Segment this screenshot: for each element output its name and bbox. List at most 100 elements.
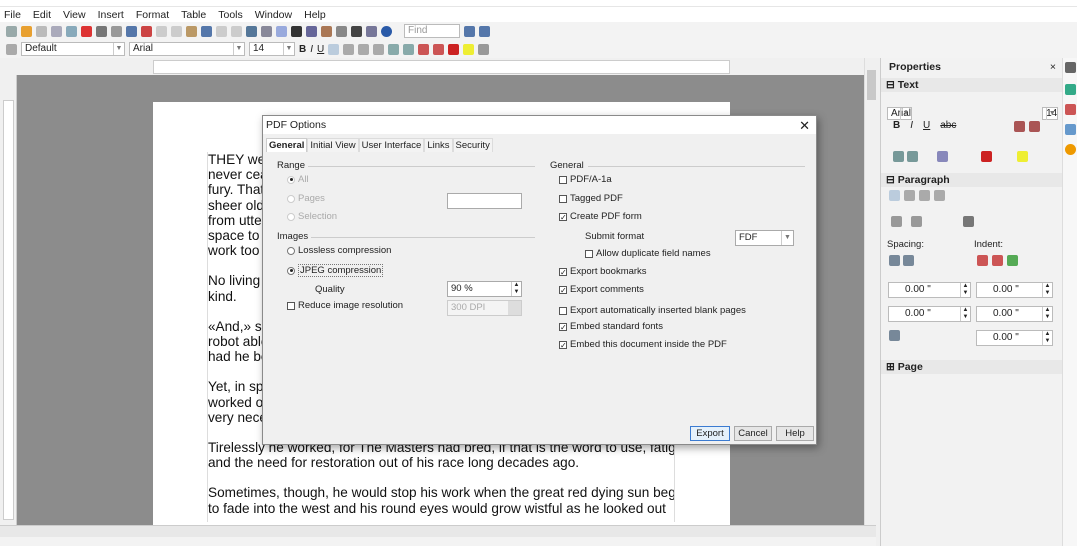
paste-icon[interactable] bbox=[186, 25, 197, 37]
align-left-icon[interactable] bbox=[889, 190, 900, 201]
background-color-icon[interactable] bbox=[478, 43, 490, 55]
strikethrough-icon[interactable]: abc bbox=[940, 120, 956, 131]
edit-mode-icon[interactable] bbox=[66, 25, 77, 37]
jpeg-compression-radio[interactable]: JPEG compression bbox=[287, 264, 384, 277]
menu-icon[interactable] bbox=[1065, 62, 1076, 73]
submit-format-select[interactable]: FDF ▼ bbox=[735, 230, 794, 246]
copy-icon[interactable] bbox=[171, 25, 182, 37]
undo-icon[interactable] bbox=[216, 25, 227, 37]
help-icon[interactable] bbox=[381, 25, 392, 37]
lossless-compression-radio[interactable]: Lossless compression bbox=[287, 245, 391, 256]
decrease-font-icon[interactable] bbox=[1029, 121, 1040, 132]
underline-icon[interactable]: U bbox=[923, 120, 930, 131]
pages-input[interactable] bbox=[447, 193, 522, 209]
spellcheck-icon[interactable] bbox=[126, 25, 137, 37]
autospell-icon[interactable] bbox=[141, 25, 152, 37]
email-icon[interactable] bbox=[51, 25, 62, 37]
font-size-select[interactable]: 14 ▼ bbox=[249, 42, 295, 56]
tab-user-interface[interactable]: User Interface bbox=[358, 138, 425, 152]
align-center-icon[interactable] bbox=[904, 190, 915, 201]
close-icon[interactable]: × bbox=[1050, 58, 1056, 76]
embed-document-checkbox[interactable]: ✓ Embed this document inside the PDF bbox=[559, 339, 727, 350]
gallery-tab-icon[interactable] bbox=[1065, 124, 1076, 135]
subscript-icon[interactable] bbox=[907, 151, 918, 162]
spacing-below-input[interactable]: 0.00 " ▲ ▼ bbox=[888, 306, 971, 322]
align-center-icon[interactable] bbox=[343, 43, 355, 55]
indent-after-input[interactable]: 0.00 " ▲ ▼ bbox=[976, 306, 1053, 322]
properties-tab-icon[interactable] bbox=[1065, 84, 1076, 95]
sidebar-size-select[interactable]: 14 ▼ bbox=[1042, 107, 1059, 120]
font-name-select[interactable]: Arial ▼ bbox=[129, 42, 245, 56]
menu-tools[interactable]: Tools bbox=[218, 9, 243, 21]
range-pages-radio[interactable]: Pages bbox=[287, 193, 325, 204]
highlight-icon[interactable] bbox=[1017, 151, 1028, 162]
navigator-icon[interactable] bbox=[306, 25, 317, 37]
character-spacing-icon[interactable] bbox=[937, 151, 948, 162]
align-right-icon[interactable] bbox=[919, 190, 930, 201]
find-input[interactable]: Find bbox=[404, 24, 460, 38]
indent-before-input[interactable]: 0.00 " ▲ ▼ bbox=[976, 282, 1053, 298]
numbering-icon[interactable] bbox=[388, 43, 400, 55]
highlight-icon[interactable] bbox=[463, 43, 475, 55]
close-icon[interactable]: ✕ bbox=[799, 117, 810, 135]
find-next-icon[interactable] bbox=[464, 25, 475, 37]
styles-tab-icon[interactable] bbox=[1065, 104, 1076, 115]
new-icon[interactable] bbox=[6, 25, 17, 37]
align-right-icon[interactable] bbox=[358, 43, 370, 55]
export-blank-pages-checkbox[interactable]: Export automatically inserted blank page… bbox=[559, 305, 746, 316]
menu-view[interactable]: View bbox=[63, 9, 86, 21]
align-left-icon[interactable] bbox=[328, 43, 340, 55]
increase-font-icon[interactable] bbox=[1014, 121, 1025, 132]
print-preview-icon[interactable] bbox=[111, 25, 122, 37]
menu-format[interactable]: Format bbox=[136, 9, 169, 21]
text-section-header[interactable]: ⊟ Text bbox=[881, 78, 1063, 92]
sidebar-font-select[interactable]: Arial ▼ bbox=[887, 107, 913, 120]
export-button[interactable]: Export bbox=[690, 426, 730, 441]
hyperlink-icon[interactable] bbox=[246, 25, 257, 37]
numbering-icon[interactable] bbox=[911, 216, 922, 227]
draw-functions-icon[interactable] bbox=[276, 25, 287, 37]
styles-icon[interactable] bbox=[6, 43, 17, 55]
spin-arrows-icon[interactable]: ▲ ▼ bbox=[511, 282, 521, 296]
menu-file[interactable]: File bbox=[4, 9, 21, 21]
export-pdf-icon[interactable] bbox=[81, 25, 92, 37]
vertical-scrollbar[interactable] bbox=[864, 58, 877, 525]
paragraph-background-icon[interactable] bbox=[963, 216, 974, 227]
tab-security[interactable]: Security bbox=[452, 138, 493, 152]
open-icon[interactable] bbox=[21, 25, 32, 37]
decrease-indent-icon[interactable] bbox=[418, 43, 430, 55]
allow-duplicate-names-checkbox[interactable]: Allow duplicate field names bbox=[585, 248, 711, 259]
tab-links[interactable]: Links bbox=[424, 138, 453, 152]
tagged-pdf-checkbox[interactable]: Tagged PDF bbox=[559, 193, 623, 204]
pdfa-checkbox[interactable]: PDF/A-1a bbox=[559, 174, 612, 185]
tab-general[interactable]: General bbox=[266, 138, 308, 152]
increase-indent-icon[interactable] bbox=[433, 43, 445, 55]
bold-icon[interactable]: B bbox=[299, 44, 306, 55]
formatting-marks-icon[interactable] bbox=[351, 25, 362, 37]
scroll-thumb[interactable] bbox=[867, 70, 876, 100]
paragraph-style-select[interactable]: Default ▼ bbox=[21, 42, 125, 56]
line-spacing-icon[interactable] bbox=[889, 330, 900, 341]
find-previous-icon[interactable] bbox=[479, 25, 490, 37]
menu-window[interactable]: Window bbox=[255, 9, 292, 21]
embed-fonts-checkbox[interactable]: ✓ Embed standard fonts bbox=[559, 321, 663, 332]
page-section-header[interactable]: ⊞ Page bbox=[881, 360, 1063, 374]
hanging-indent-icon[interactable] bbox=[1007, 255, 1018, 266]
range-all-radio[interactable]: All bbox=[287, 174, 309, 185]
menu-help[interactable]: Help bbox=[304, 9, 326, 21]
print-icon[interactable] bbox=[96, 25, 107, 37]
decrease-spacing-icon[interactable] bbox=[903, 255, 914, 266]
menu-insert[interactable]: Insert bbox=[98, 9, 124, 21]
menu-table[interactable]: Table bbox=[181, 9, 206, 21]
underline-icon[interactable]: U bbox=[317, 44, 324, 55]
bold-icon[interactable]: B bbox=[893, 120, 900, 131]
superscript-icon[interactable] bbox=[893, 151, 904, 162]
reduce-resolution-checkbox[interactable]: Reduce image resolution bbox=[287, 300, 403, 311]
vertical-ruler[interactable] bbox=[0, 75, 17, 525]
clone-format-icon[interactable] bbox=[201, 25, 212, 37]
quality-spinbox[interactable]: 90 % ▲ ▼ bbox=[447, 281, 522, 297]
horizontal-ruler[interactable] bbox=[153, 60, 730, 74]
font-color-icon[interactable] bbox=[448, 43, 460, 55]
spacing-above-input[interactable]: 0.00 " ▲ ▼ bbox=[888, 282, 971, 298]
export-bookmarks-checkbox[interactable]: ✓ Export bookmarks bbox=[559, 266, 647, 277]
